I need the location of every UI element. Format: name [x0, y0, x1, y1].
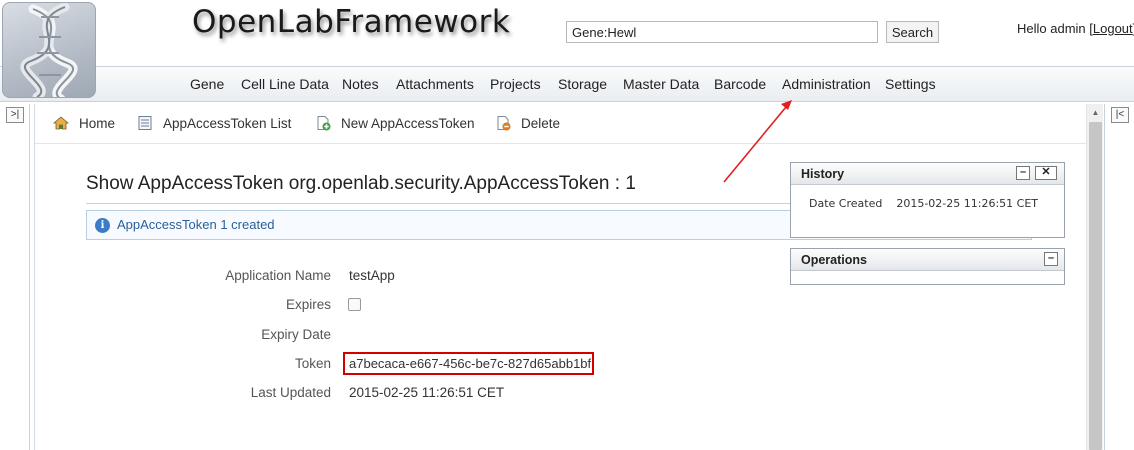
history-panel: History – ✕ Date Created 2015-02-25 11:26…	[790, 162, 1065, 238]
delete-button[interactable]: Delete	[495, 115, 560, 131]
new-button[interactable]: New AppAccessToken	[315, 115, 475, 131]
date-created-value: 2015-02-25 11:26:51 CET	[896, 197, 1039, 210]
operations-title: Operations	[801, 253, 867, 267]
history-panel-header: History – ✕	[791, 163, 1064, 185]
operations-panel: Operations –	[790, 248, 1065, 285]
greeting-text: Hello admin [	[1017, 21, 1093, 36]
home-icon	[52, 115, 70, 131]
expires-label: Expires	[285, 297, 331, 312]
application-name-value: testApp	[349, 268, 395, 283]
toolbar: Home AppAccessToken List New AppAccessTo…	[35, 104, 1087, 144]
logout-link[interactable]: Logout	[1093, 21, 1133, 36]
nav-item-master-data[interactable]: Master Data	[623, 76, 699, 92]
main-nav: Gene Cell Line Data Notes Attachments Pr…	[0, 66, 1134, 102]
page-title: Show AppAccessToken org.openlab.security…	[86, 173, 816, 204]
expires-checkbox[interactable]	[348, 298, 361, 311]
new-label: New AppAccessToken	[341, 115, 475, 131]
info-icon: i	[95, 218, 110, 233]
app-title: OpenLabFramework	[192, 4, 511, 40]
history-body: Date Created 2015-02-25 11:26:51 CET	[791, 185, 1064, 237]
home-label: Home	[79, 115, 116, 131]
nav-item-cell-line-data[interactable]: Cell Line Data	[241, 76, 329, 92]
nav-item-storage[interactable]: Storage	[558, 76, 607, 92]
nav-item-barcode[interactable]: Barcode	[714, 76, 766, 92]
info-message-text: AppAccessToken 1 created	[117, 217, 275, 232]
app-logo	[2, 2, 96, 98]
dna-helix-icon	[20, 3, 78, 97]
application-name-label: Application Name	[225, 268, 331, 283]
collapse-right-icon[interactable]: |<	[1111, 107, 1129, 123]
operations-panel-header: Operations –	[791, 249, 1064, 271]
nav-item-attachments[interactable]: Attachments	[396, 76, 474, 92]
token-value: a7becaca-e667-456c-be7c-827d65abb1bf	[343, 352, 594, 375]
search-button[interactable]: Search	[886, 21, 939, 43]
list-button[interactable]: AppAccessToken List	[137, 115, 291, 131]
list-icon	[137, 115, 153, 131]
search-input[interactable]	[566, 21, 878, 43]
expand-left-icon[interactable]: >|	[6, 107, 24, 123]
nav-item-projects[interactable]: Projects	[490, 76, 541, 92]
minimize-icon[interactable]: –	[1044, 252, 1058, 266]
delete-label: Delete	[521, 115, 561, 131]
left-sidebar-rail: >|	[0, 104, 30, 450]
scroll-thumb[interactable]	[1089, 122, 1102, 450]
nav-item-settings[interactable]: Settings	[885, 76, 936, 92]
delete-document-icon	[495, 115, 511, 131]
last-updated-value: 2015-02-25 11:26:51 CET	[349, 385, 505, 400]
scroll-up-icon[interactable]: ▲	[1087, 104, 1104, 121]
right-sidebar-rail: |<	[1104, 104, 1134, 450]
date-created-label: Date Created	[809, 197, 883, 210]
user-greeting: Hello admin [Logout]	[1017, 21, 1134, 36]
nav-item-administration[interactable]: Administration	[782, 76, 871, 92]
token-label: Token	[294, 356, 331, 371]
nav-item-gene[interactable]: Gene	[190, 76, 224, 92]
list-label: AppAccessToken List	[163, 115, 292, 131]
home-button[interactable]: Home	[52, 115, 116, 131]
minimize-icon[interactable]: –	[1016, 166, 1030, 180]
close-icon[interactable]: ✕	[1035, 166, 1057, 180]
nav-item-notes[interactable]: Notes	[342, 76, 379, 92]
expiry-date-label: Expiry Date	[261, 327, 331, 342]
last-updated-label: Last Updated	[250, 385, 331, 400]
history-title: History	[801, 167, 845, 181]
vertical-scrollbar[interactable]: ▲	[1086, 104, 1103, 450]
new-document-icon	[315, 115, 331, 131]
